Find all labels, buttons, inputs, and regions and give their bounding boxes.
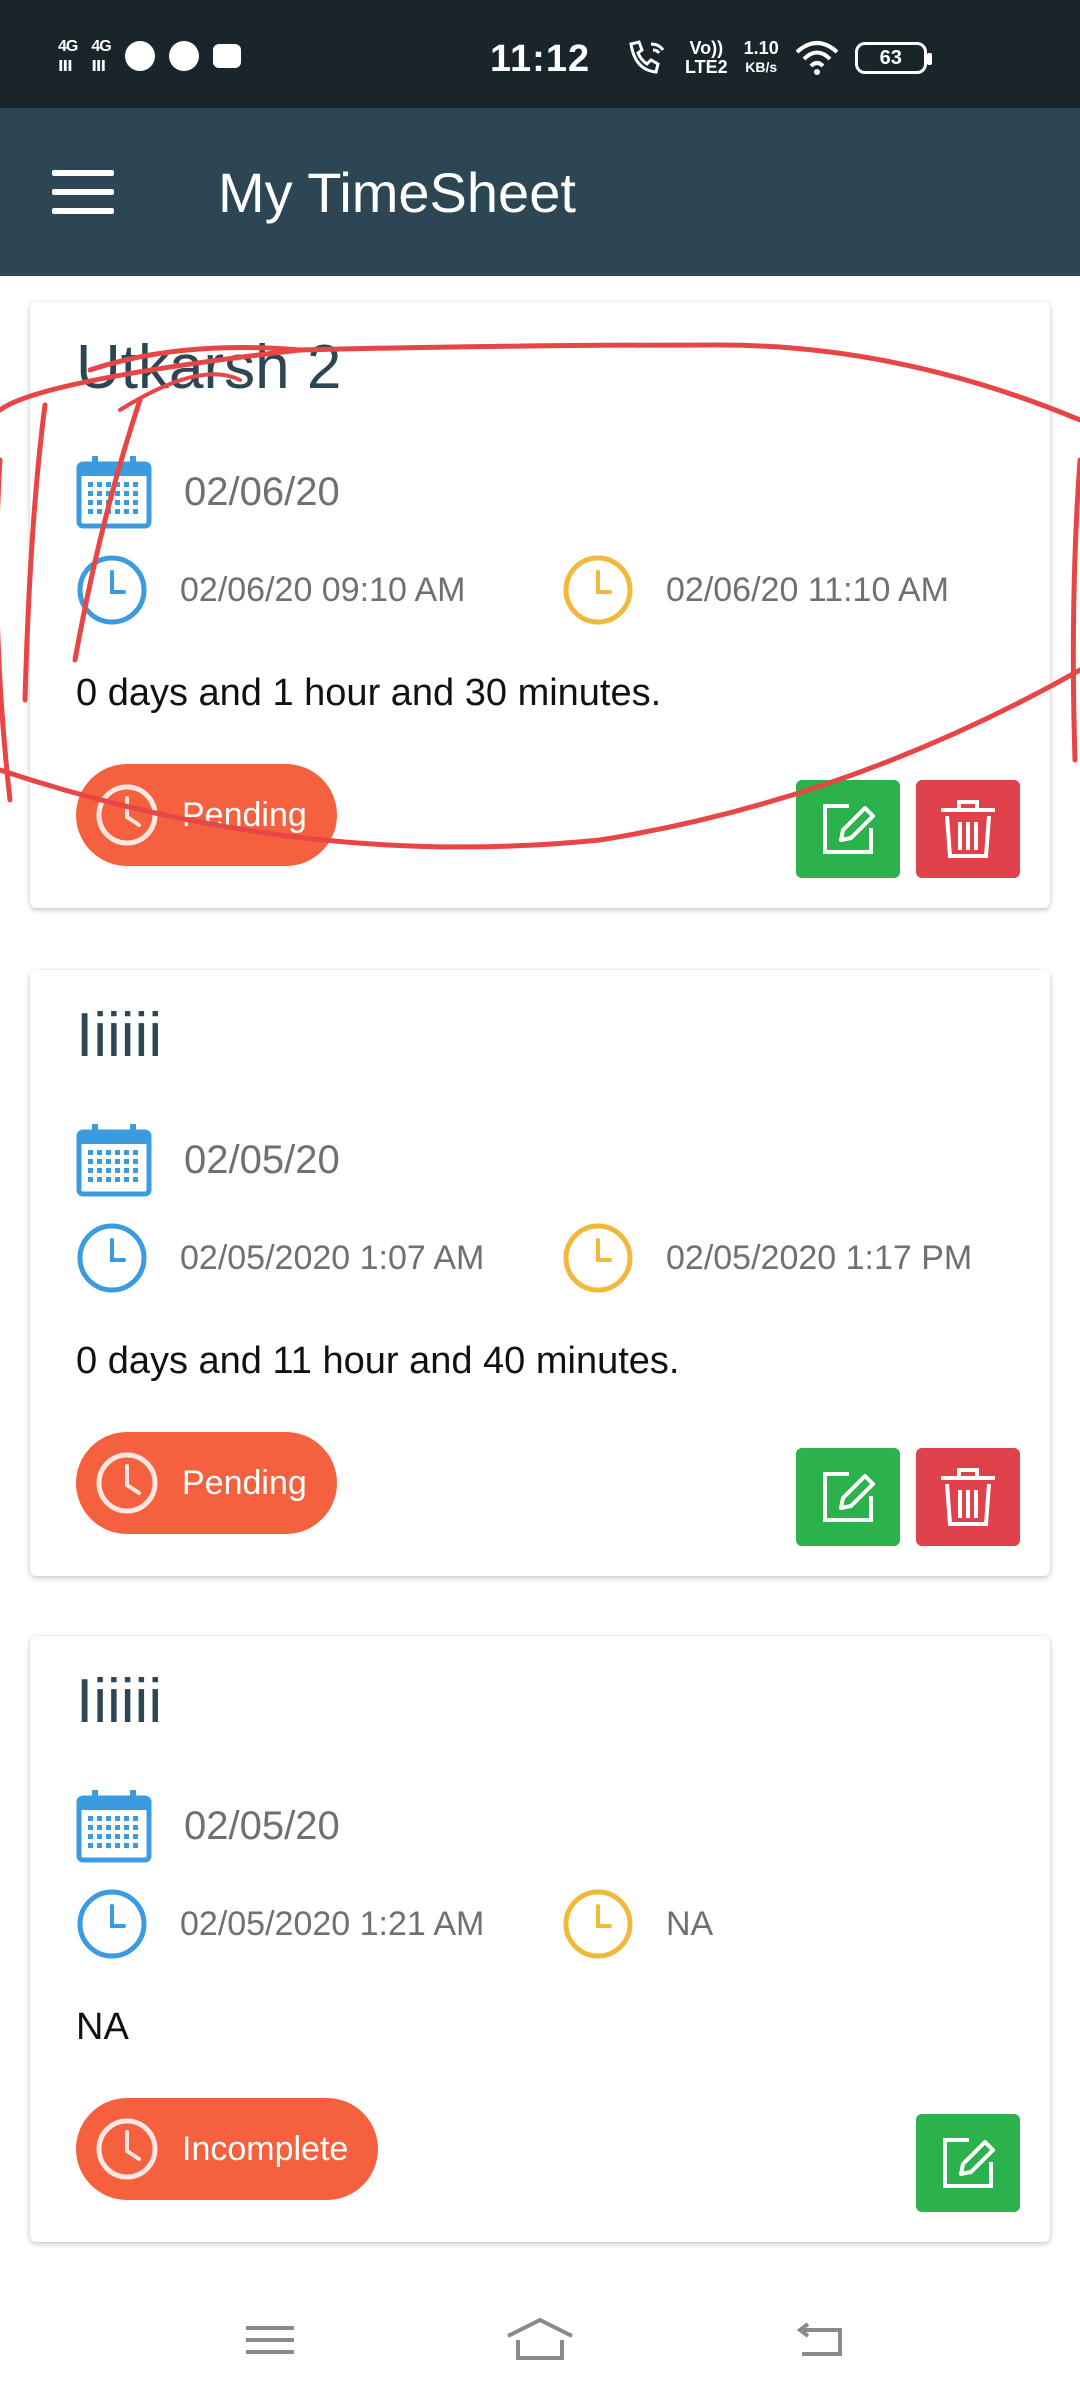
start-time: 02/05/2020 1:21 AM bbox=[76, 1888, 484, 1960]
wifi-icon bbox=[795, 41, 839, 75]
clock-icon bbox=[96, 1452, 158, 1514]
status-bar-left: 4G ııı 4G ııı bbox=[58, 38, 241, 76]
entry-date: 02/05/20 bbox=[184, 1137, 340, 1182]
entry-date: 02/05/20 bbox=[184, 1803, 340, 1848]
start-time-text: 02/06/20 09:10 AM bbox=[180, 570, 466, 609]
edit-icon bbox=[823, 804, 875, 854]
clock-time: 11:12 bbox=[490, 38, 591, 80]
start-clock-icon bbox=[77, 1889, 147, 1959]
delete-button[interactable] bbox=[916, 780, 1020, 878]
edit-icon bbox=[823, 1472, 875, 1522]
clock-icon bbox=[96, 784, 158, 846]
entry-duration: 0 days and 11 hour and 40 minutes. bbox=[76, 1340, 680, 1382]
calendar-icon bbox=[76, 1790, 152, 1863]
network-speed: 1.10 KB/s bbox=[743, 38, 779, 76]
status-label: Pending bbox=[182, 795, 307, 834]
facebook-icon bbox=[168, 41, 199, 71]
hamburger-menu-icon[interactable] bbox=[52, 170, 114, 214]
back-icon bbox=[796, 2322, 842, 2356]
end-clock-icon bbox=[563, 1223, 633, 1293]
trash-icon bbox=[941, 1468, 995, 1526]
edit-icon bbox=[943, 2138, 995, 2188]
page-title: My TimeSheet bbox=[218, 161, 576, 224]
home-icon bbox=[507, 2317, 573, 2360]
system-nav-bar bbox=[0, 2280, 1080, 2400]
battery-indicator: 63 bbox=[854, 42, 932, 74]
start-time-text: 02/05/2020 1:21 AM bbox=[180, 1904, 485, 1943]
entry-date: 02/06/20 bbox=[184, 469, 340, 514]
end-clock-icon bbox=[563, 555, 633, 625]
notification-app-icon bbox=[124, 41, 155, 71]
status-bar: 4G ııı 4G ııı 11:12 Vo)) LTE2 1.10 KB/s 63 bbox=[0, 0, 1080, 108]
status-badge[interactable]: Pending bbox=[76, 764, 337, 866]
menu-icon bbox=[246, 2326, 294, 2354]
entry-date-row: 02/06/20 bbox=[76, 454, 340, 530]
timesheet-card[interactable]: Iiiiii 02/05/20 02/05/2020 1:07 AM 02/05/20… bbox=[30, 970, 1050, 1576]
back-button[interactable] bbox=[780, 2310, 860, 2370]
end-clock-icon bbox=[563, 1889, 633, 1959]
entry-duration: NA bbox=[76, 2006, 129, 2048]
status-bar-right: Vo)) LTE2 1.10 KB/s 63 bbox=[625, 38, 932, 78]
start-clock-icon bbox=[77, 1223, 147, 1293]
end-time: NA bbox=[562, 1888, 713, 1960]
end-time: 02/06/20 11:10 AM bbox=[562, 554, 949, 626]
status-badge[interactable]: Pending bbox=[76, 1432, 337, 1534]
edit-button[interactable] bbox=[916, 2114, 1020, 2212]
signal-2-indicator: 4G ııı bbox=[91, 38, 111, 76]
edit-button[interactable] bbox=[796, 1448, 900, 1546]
entry-time-row: 02/05/2020 1:21 AM NA bbox=[76, 1888, 1016, 1968]
timesheet-card[interactable]: Utkarsh 2 02/06/20 02/06/20 09:10 AM 02/06/… bbox=[30, 302, 1050, 908]
calendar-icon bbox=[76, 456, 152, 529]
signal-1-indicator: 4G ııı bbox=[58, 38, 78, 76]
entry-time-row: 02/06/20 09:10 AM 02/06/20 11:10 AM bbox=[76, 554, 1016, 634]
start-clock-icon bbox=[77, 555, 147, 625]
clock-icon bbox=[96, 2118, 158, 2180]
status-badge[interactable]: Incomplete bbox=[76, 2098, 379, 2200]
entry-date-row: 02/05/20 bbox=[76, 1122, 340, 1198]
app-bar: My TimeSheet bbox=[0, 108, 1080, 276]
home-button[interactable] bbox=[500, 2310, 580, 2370]
edit-button[interactable] bbox=[796, 780, 900, 878]
entry-title: Iiiiii bbox=[76, 1667, 163, 1736]
start-time: 02/05/2020 1:07 AM bbox=[76, 1222, 484, 1294]
wifi-calling-icon bbox=[629, 40, 665, 74]
trash-icon bbox=[941, 800, 995, 858]
end-time-text: 02/05/2020 1:17 PM bbox=[666, 1238, 973, 1277]
delete-button[interactable] bbox=[916, 1448, 1020, 1546]
end-time: 02/05/2020 1:17 PM bbox=[562, 1222, 972, 1294]
start-time: 02/06/20 09:10 AM bbox=[76, 554, 465, 626]
entry-title: Iiiiii bbox=[76, 1001, 163, 1070]
entry-time-row: 02/05/2020 1:07 AM 02/05/2020 1:17 PM bbox=[76, 1222, 1016, 1302]
calendar-icon bbox=[76, 1124, 152, 1197]
entry-date-row: 02/05/20 bbox=[76, 1788, 340, 1864]
mail-icon bbox=[212, 44, 241, 68]
entry-duration: 0 days and 1 hour and 30 minutes. bbox=[76, 672, 662, 714]
status-label: Incomplete bbox=[182, 2129, 349, 2168]
timesheet-card[interactable]: Iiiiii 02/05/20 02/05/2020 1:21 AM NA NA Inco… bbox=[30, 1636, 1050, 2242]
recent-apps-button[interactable] bbox=[230, 2310, 310, 2370]
end-time-text: 02/06/20 11:10 AM bbox=[666, 570, 949, 609]
start-time-text: 02/05/2020 1:07 AM bbox=[180, 1238, 485, 1277]
status-label: Pending bbox=[182, 1463, 307, 1502]
volte-indicator: Vo)) LTE2 bbox=[685, 38, 728, 77]
end-time-text: NA bbox=[666, 1904, 714, 1943]
entry-title: Utkarsh 2 bbox=[76, 333, 342, 402]
